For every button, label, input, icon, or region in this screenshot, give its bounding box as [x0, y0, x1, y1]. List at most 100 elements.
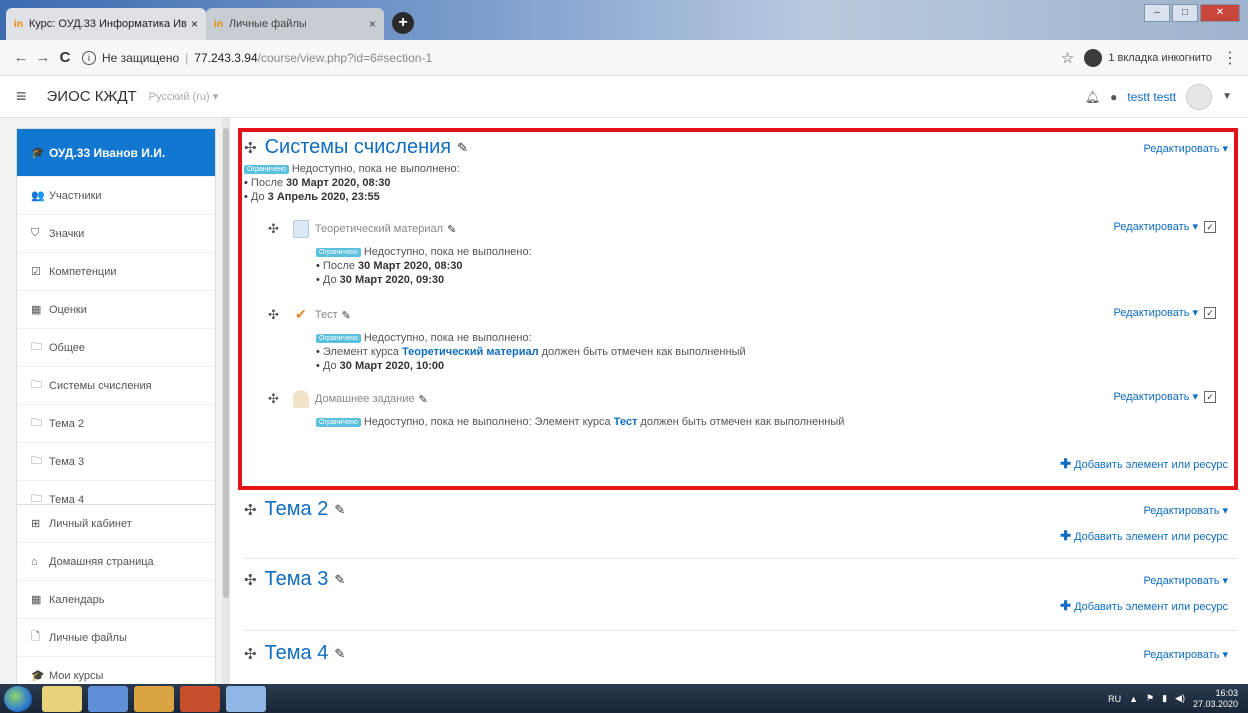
add-activity-button[interactable]: ✚ Добавить элемент или ресурс [1060, 456, 1228, 472]
close-tab-icon[interactable]: × [191, 17, 198, 31]
sidebar-item[interactable]: 🗋 Личные файлы [17, 619, 215, 657]
pencil-icon[interactable]: ✎ [334, 646, 345, 662]
tray-arrow-icon[interactable]: ▲ [1129, 694, 1138, 704]
home-icon: ⌂ [31, 555, 38, 568]
edit-menu[interactable]: Редактировать ▾ [1113, 220, 1198, 233]
users-icon: 👥 [31, 190, 45, 202]
activity-link[interactable]: Тест [614, 416, 638, 428]
section-title[interactable]: Тема 2 [265, 498, 329, 521]
tab-personal-files[interactable]: in Личные файлы × [206, 8, 384, 40]
start-button[interactable] [4, 685, 32, 712]
drawer-scrollbar[interactable] [222, 118, 230, 684]
activity-edit: Редактировать ▾ ✓ [1113, 220, 1216, 233]
pencil-icon[interactable]: ✎ [447, 223, 456, 236]
page-icon [292, 220, 309, 238]
sidebar-item[interactable]: 👥 Участники [17, 177, 215, 215]
forward-arrow-icon[interactable]: → [32, 49, 54, 66]
move-icon[interactable]: ✣ [268, 307, 279, 323]
browser-menu-icon[interactable]: ⋮ [1222, 48, 1238, 68]
completion-checkbox[interactable]: ✓ [1204, 220, 1216, 233]
sidebar-item[interactable]: ⊞ Личный кабинет [17, 505, 215, 543]
window-icon[interactable] [226, 685, 266, 712]
move-icon[interactable]: ✣ [244, 571, 257, 589]
sidebar-item[interactable]: ⌂ Домашняя страница [17, 543, 215, 581]
move-icon[interactable]: ✣ [244, 139, 257, 157]
language-selector[interactable]: Русский (ru) ▾ [149, 90, 219, 103]
chevron-down-icon[interactable]: ▼ [1222, 91, 1232, 102]
add-activity-button[interactable]: ✚ Добавить элемент или ресурс [1060, 528, 1228, 544]
notification-bell-icon[interactable]: 🔔︎ [1085, 90, 1100, 104]
minimize-button[interactable]: – [1144, 4, 1170, 22]
move-icon[interactable]: ✣ [244, 501, 257, 519]
avatar[interactable] [1186, 83, 1213, 110]
folder-icon: 🗀 [31, 341, 42, 353]
hamburger-menu-icon[interactable]: ≡ [16, 86, 27, 107]
pencil-icon[interactable]: ✎ [342, 309, 351, 322]
sidebar-item-label: Компетенции [49, 265, 117, 278]
flag-icon[interactable]: ⚑ [1146, 693, 1154, 704]
edit-menu[interactable]: Редактировать ▾ [1143, 504, 1228, 517]
close-window-button[interactable]: ✕ [1200, 4, 1240, 22]
activity-name[interactable]: Тест [315, 309, 338, 321]
incognito-indicator[interactable]: 1 вкладка инкогнито [1084, 48, 1212, 67]
completion-checkbox[interactable]: ✓ [1204, 306, 1216, 319]
activity-link[interactable]: Теоретический материал [402, 346, 539, 358]
network-icon[interactable]: ▮ [1162, 693, 1167, 704]
section-divider [244, 630, 1238, 631]
quiz-icon: ✔ [292, 306, 309, 324]
sidebar-item[interactable]: 🗀 Тема 3 [17, 443, 215, 481]
edit-menu[interactable]: Редактировать ▾ [1143, 142, 1228, 155]
activity-name[interactable]: Домашнее задание [315, 393, 415, 405]
clock[interactable]: 16:03 27.03.2020 [1193, 688, 1238, 710]
volume-icon[interactable]: ◀) [1175, 693, 1185, 704]
info-icon[interactable]: i [82, 50, 96, 65]
activity-name[interactable]: Теоретический материал [315, 223, 443, 235]
reload-icon[interactable]: C [54, 49, 76, 66]
sidebar-item[interactable]: ▦ Оценки [17, 291, 215, 329]
user-name[interactable]: testt testt [1127, 90, 1176, 104]
language-indicator[interactable]: RU [1108, 694, 1121, 704]
pencil-icon[interactable]: ✎ [419, 393, 428, 406]
tab-course[interactable]: in Курс: ОУД.33 Информатика Ив × [6, 8, 206, 40]
activity-edit: Редактировать ▾ ✓ [1113, 306, 1216, 319]
scrollbar-thumb[interactable] [223, 128, 229, 598]
sidebar-item[interactable]: 🗀 Системы счисления [17, 367, 215, 405]
site-name[interactable]: ЭИОС КЖДТ [47, 88, 137, 105]
pencil-icon[interactable]: ✎ [457, 140, 468, 156]
edit-menu[interactable]: Редактировать ▾ [1143, 574, 1228, 587]
course-nav: 🎓 ОУД.33 Иванов И.И. 👥 Участники ⛉ Значки ☑ Ком… [16, 128, 216, 520]
edit-menu[interactable]: Редактировать ▾ [1113, 306, 1198, 319]
close-tab-icon[interactable]: × [369, 17, 376, 31]
move-icon[interactable]: ✣ [244, 645, 257, 663]
bookmark-star-icon[interactable]: ☆ [1061, 49, 1074, 67]
move-icon[interactable]: ✣ [268, 391, 279, 407]
powerpoint-icon[interactable] [180, 685, 220, 712]
edit-menu[interactable]: Редактировать ▾ [1113, 390, 1198, 403]
completion-checkbox[interactable]: ✓ [1204, 390, 1216, 403]
restriction-text: Недоступно, пока не выполнено: [291, 163, 460, 175]
folder-icon[interactable] [134, 685, 174, 712]
explorer-icon[interactable] [42, 685, 82, 712]
back-arrow-icon[interactable]: ← [10, 49, 32, 66]
sidebar-item[interactable]: ☑ Компетенции [17, 253, 215, 291]
sidebar-item[interactable]: ⛉ Значки [17, 215, 215, 253]
chrome-icon[interactable] [88, 685, 128, 712]
new-tab-button[interactable]: + [392, 12, 414, 34]
pencil-icon[interactable]: ✎ [334, 502, 345, 518]
dashboard-icon: ⊞ [31, 518, 41, 530]
edit-menu[interactable]: Редактировать ▾ [1143, 648, 1228, 661]
section-title[interactable]: Тема 3 [265, 568, 329, 591]
sidebar-item[interactable]: 🗀 Тема 2 [17, 405, 215, 443]
move-icon[interactable]: ✣ [268, 221, 279, 237]
sidebar-item[interactable]: 🗀 Общее [17, 329, 215, 367]
section-title[interactable]: Системы счисления [265, 136, 452, 159]
section-topic-4: ✣ Тема 4 ✎ Редактировать ▾ [244, 642, 1238, 665]
messages-icon[interactable]: ● [1110, 90, 1117, 104]
sidebar-item[interactable]: ▦ Календарь [17, 581, 215, 619]
sidebar-item[interactable]: 🎓 ОУД.33 Иванов И.И. [17, 129, 215, 177]
url-field[interactable]: i Не защищено | 77.243.3.94 /course/view… [82, 45, 1061, 71]
pencil-icon[interactable]: ✎ [334, 572, 345, 588]
add-activity-button[interactable]: ✚ Добавить элемент или ресурс [1060, 598, 1228, 614]
section-title[interactable]: Тема 4 [265, 642, 329, 665]
maximize-button[interactable]: □ [1172, 4, 1198, 22]
